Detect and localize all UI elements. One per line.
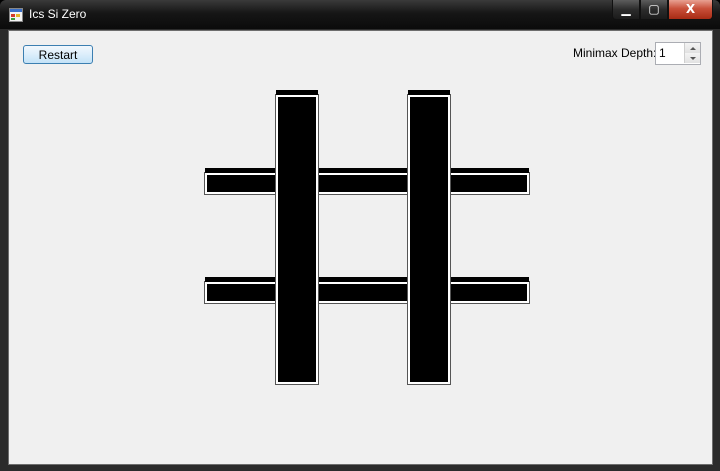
window-title: Ics Si Zero [29, 7, 87, 21]
minimize-icon: ▁ [621, 2, 631, 16]
minimize-button[interactable]: ▁ [612, 0, 640, 20]
grid-horizontal-bar-bottom [205, 282, 529, 303]
grid-horizontal-bar-top [205, 173, 529, 194]
grid-vertical-bar-left [276, 95, 318, 384]
app-window: Ics Si Zero ▁ ▢ X Restart Minimax Depth:… [0, 0, 720, 471]
client-area: Restart Minimax Depth: 1 [8, 30, 713, 465]
grid-vertical-bar-right [408, 95, 450, 384]
title-bar[interactable]: Ics Si Zero ▁ ▢ X [0, 0, 720, 29]
tic-tac-toe-board [9, 31, 712, 464]
close-icon: X [685, 2, 696, 16]
maximize-button[interactable]: ▢ [640, 0, 668, 20]
maximize-icon: ▢ [648, 2, 660, 16]
caption-buttons: ▁ ▢ X [612, 0, 713, 20]
close-button[interactable]: X [668, 0, 713, 20]
app-window-icon [9, 8, 23, 22]
